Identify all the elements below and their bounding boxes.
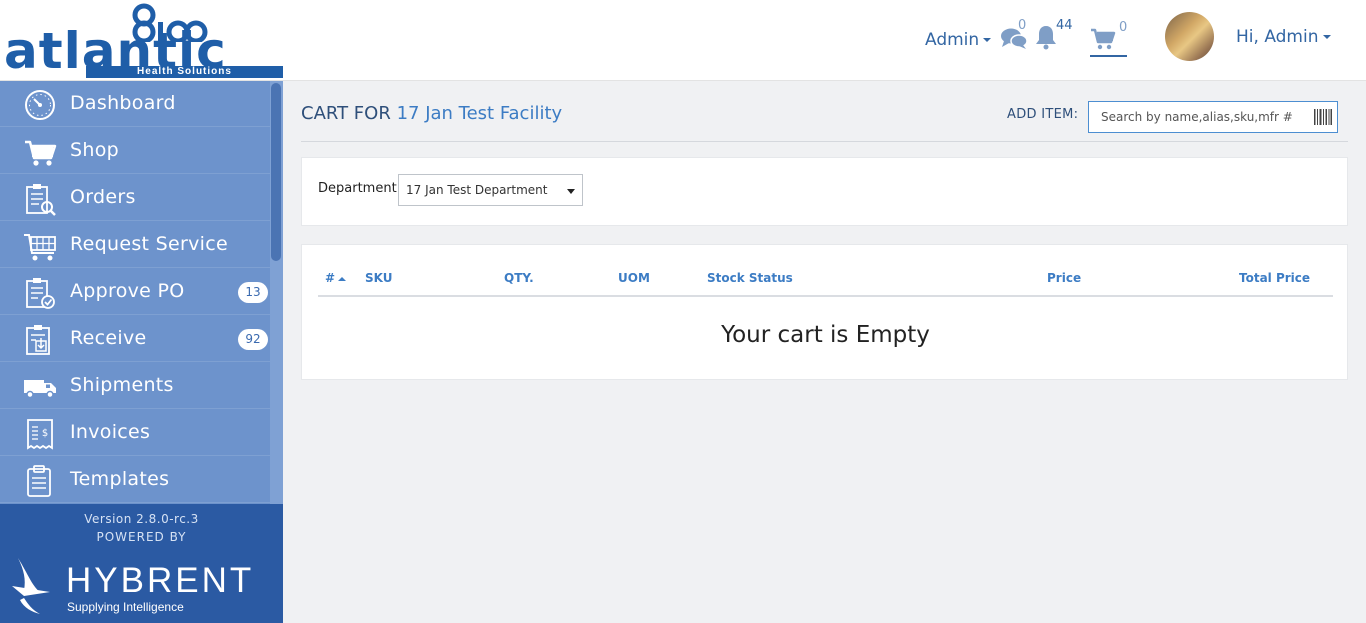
department-label: Department: [318, 181, 397, 196]
sidebar-item-label: Request Service: [70, 233, 228, 255]
logo-subtitle: Health Solutions: [86, 66, 283, 78]
cart-count: 0: [1119, 20, 1128, 35]
sidebar: Dashboard Shop Orders Request Service Ap…: [0, 81, 283, 623]
column-header-total-price[interactable]: Total Price: [1239, 271, 1310, 285]
approve-clipboard-icon: [26, 278, 55, 309]
column-header-qty[interactable]: QTY.: [504, 271, 534, 285]
atlantic-logo[interactable]: atlantic Health Solutions: [0, 0, 283, 81]
sidebar-item-receive[interactable]: Receive 92: [0, 316, 270, 362]
chevron-down-icon: [567, 189, 575, 194]
title-divider: [301, 141, 1348, 142]
shopping-cart-icon: [25, 140, 57, 166]
approve-po-count-badge: 13: [238, 282, 268, 303]
bell-icon[interactable]: [1034, 24, 1058, 50]
user-greeting: Hi, Admin: [1236, 27, 1319, 47]
avatar[interactable]: [1165, 12, 1214, 61]
sidebar-item-label: Invoices: [70, 421, 151, 443]
page-title: CART FOR 17 Jan Test Facility: [301, 103, 562, 124]
column-header-price[interactable]: Price: [1047, 271, 1081, 285]
sidebar-item-label: Dashboard: [70, 92, 176, 114]
department-panel: Department 17 Jan Test Department: [301, 157, 1348, 226]
barcode-icon[interactable]: [1313, 109, 1333, 125]
admin-menu-label: Admin: [925, 30, 980, 50]
sidebar-menu: Dashboard Shop Orders Request Service Ap…: [0, 81, 283, 504]
svg-text:$: $: [42, 428, 48, 439]
cart-icon[interactable]: [1090, 28, 1116, 50]
sidebar-item-templates[interactable]: Templates: [0, 457, 270, 503]
chevron-down-icon: [1322, 35, 1331, 39]
sidebar-item-approve-po[interactable]: Approve PO 13: [0, 269, 270, 315]
cart-active-indicator: [1090, 55, 1127, 57]
hybrent-wordmark: HYBRENT: [66, 561, 255, 600]
department-select[interactable]: 17 Jan Test Department: [398, 174, 583, 206]
invoice-icon: $: [27, 419, 53, 450]
admin-menu-dropdown[interactable]: Admin: [925, 30, 992, 50]
app-version: Version 2.8.0-rc.3: [84, 512, 199, 526]
sidebar-item-label: Templates: [70, 468, 170, 490]
receive-clipboard-icon: [26, 325, 50, 355]
chevron-down-icon: [983, 38, 992, 42]
page-title-prefix: CART FOR: [301, 103, 391, 124]
sidebar-item-label: Orders: [70, 186, 136, 208]
column-header-uom[interactable]: UOM: [618, 271, 650, 285]
cart-table-panel: # SKU QTY. UOM Stock Status Price Total …: [301, 244, 1348, 380]
sidebar-item-invoices[interactable]: $ Invoices: [0, 410, 270, 456]
add-item-label: ADD ITEM:: [1007, 107, 1079, 122]
hybrent-tagline: Supplying Intelligence: [67, 600, 184, 614]
department-selected-value: 17 Jan Test Department: [406, 183, 548, 197]
powered-by-label: POWERED BY: [96, 530, 187, 544]
sort-ascending-icon: [338, 276, 347, 281]
empty-cart-message: Your cart is Empty: [721, 322, 930, 348]
notifications-count: 44: [1056, 18, 1073, 33]
request-service-cart-icon: [24, 234, 56, 261]
sidebar-item-dashboard[interactable]: Dashboard: [0, 81, 270, 127]
sidebar-item-shop[interactable]: Shop: [0, 128, 270, 174]
sidebar-item-shipments[interactable]: Shipments: [0, 363, 270, 409]
column-header-stock-status[interactable]: Stock Status: [707, 271, 793, 285]
facility-name[interactable]: 17 Jan Test Facility: [397, 103, 563, 124]
item-search-input[interactable]: [1089, 102, 1311, 132]
sidebar-item-label: Shop: [70, 139, 119, 161]
receive-count-badge: 92: [238, 329, 268, 350]
hybrent-bird-icon: [12, 558, 50, 614]
table-header-divider: [318, 295, 1333, 297]
sidebar-item-orders[interactable]: Orders: [0, 175, 270, 221]
user-menu-dropdown[interactable]: Hi, Admin: [1236, 27, 1331, 47]
column-header-number[interactable]: #: [325, 271, 347, 285]
column-header-sku[interactable]: SKU: [365, 271, 392, 285]
sidebar-footer: Version 2.8.0-rc.3 POWERED BY HYBRENT Su…: [0, 504, 283, 623]
sidebar-item-label: Approve PO: [70, 280, 185, 302]
dashboard-icon: [25, 90, 55, 120]
sidebar-item-label: Receive: [70, 327, 147, 349]
add-item-search: [1088, 101, 1338, 133]
sidebar-item-request-service[interactable]: Request Service: [0, 222, 270, 268]
sidebar-item-label: Shipments: [70, 374, 174, 396]
truck-icon: [24, 380, 56, 399]
messages-count: 0: [1018, 18, 1027, 33]
template-icon: [27, 465, 51, 497]
sidebar-scrollbar-thumb[interactable]: [271, 83, 281, 261]
orders-clipboard-icon: [26, 184, 56, 216]
top-header: atlantic Health Solutions Admin 0 44 0 H…: [0, 0, 1366, 81]
